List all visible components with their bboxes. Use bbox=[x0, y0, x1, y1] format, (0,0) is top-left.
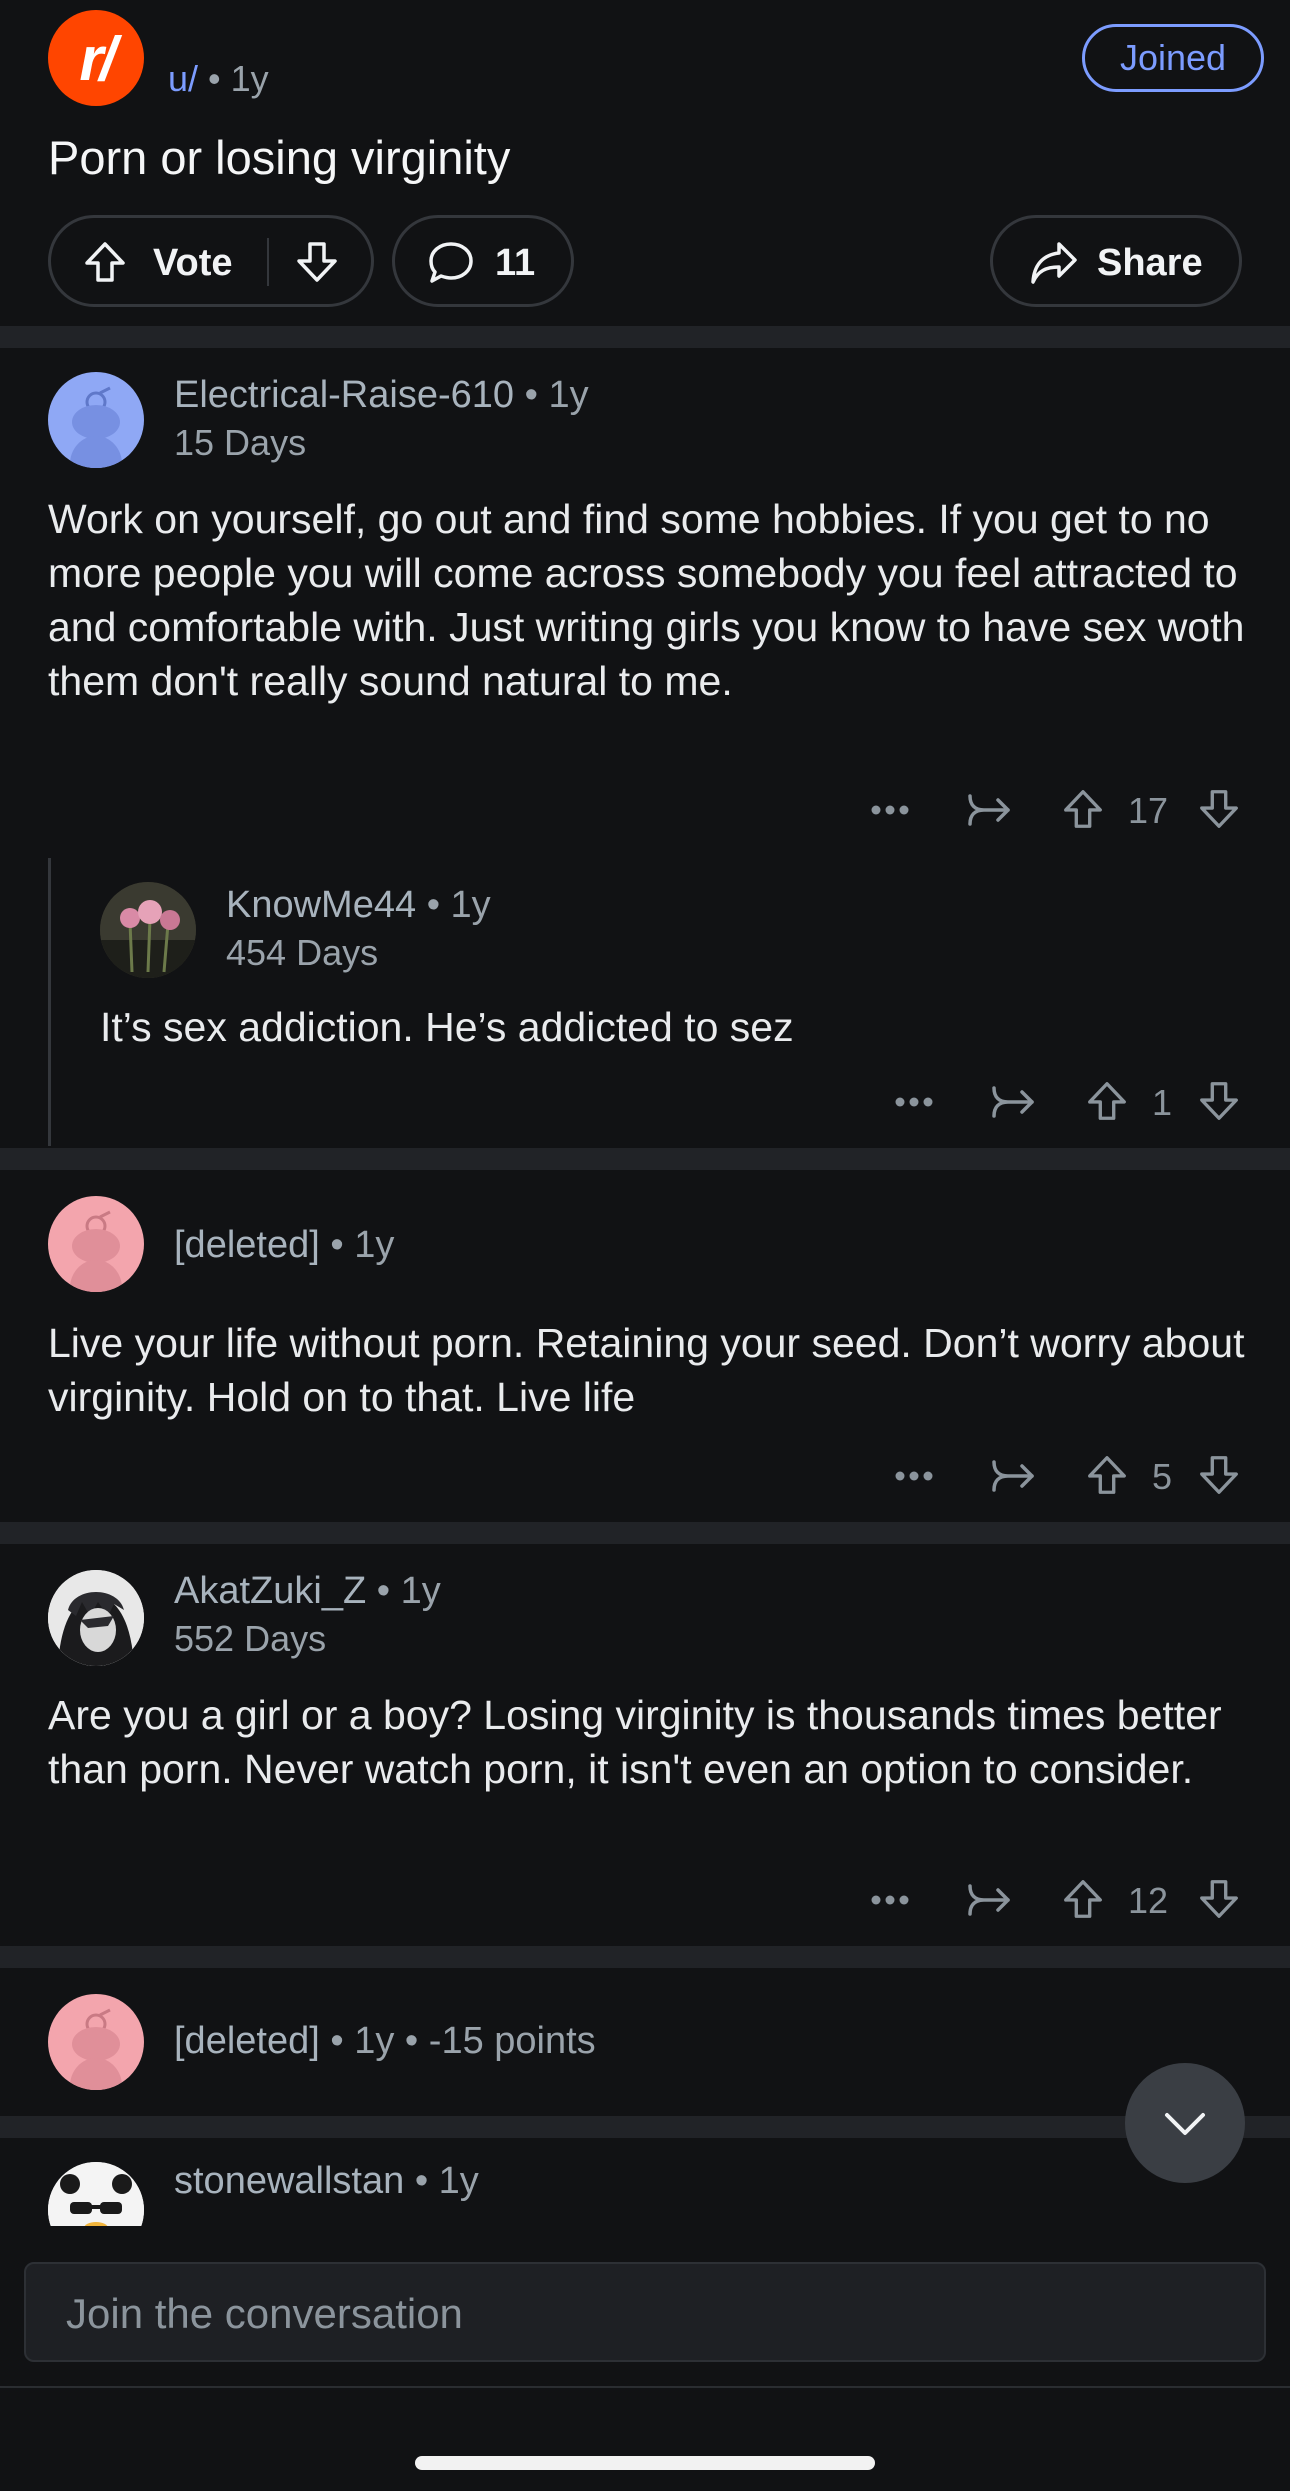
upvote-icon[interactable] bbox=[1060, 786, 1106, 832]
comment-author[interactable]: KnowMe44 • 1y bbox=[226, 884, 491, 927]
username[interactable]: Electrical-Raise-610 bbox=[174, 374, 514, 416]
downvote-icon[interactable] bbox=[293, 238, 341, 286]
reply-icon[interactable] bbox=[964, 1878, 1012, 1922]
post-author-link[interactable]: u/ bbox=[168, 58, 198, 99]
comment-count: 11 bbox=[495, 242, 536, 284]
section-divider bbox=[0, 1148, 1290, 1170]
comment-age: • 1y bbox=[330, 1224, 395, 1266]
composer-bar: Join the conversation bbox=[0, 2226, 1290, 2386]
post-meta: u/ • 1y bbox=[168, 58, 269, 100]
avatar[interactable] bbox=[48, 1570, 144, 1666]
avatar[interactable] bbox=[48, 2162, 144, 2226]
avatar[interactable] bbox=[48, 1994, 144, 2090]
comment-input-placeholder: Join the conversation bbox=[66, 2290, 463, 2337]
username[interactable]: [deleted] bbox=[174, 1224, 320, 1266]
comment-body: Are you a girl or a boy? Losing virginit… bbox=[48, 1692, 1222, 1792]
upvote-icon[interactable] bbox=[1084, 1078, 1130, 1124]
comment-bubble-icon bbox=[429, 242, 473, 283]
vote-count: 12 bbox=[1128, 1880, 1169, 1921]
comment: [deleted] • 1y Live your life without po… bbox=[0, 1170, 1290, 1522]
vote-count: 5 bbox=[1152, 1456, 1173, 1497]
share-label: Share bbox=[1097, 242, 1203, 284]
avatar[interactable] bbox=[100, 882, 196, 978]
snoo-avatar-icon bbox=[70, 2008, 122, 2090]
comment-author[interactable]: stonewallstan • 1y bbox=[174, 2160, 479, 2203]
downvote-icon[interactable] bbox=[1196, 1452, 1242, 1498]
downvote-icon[interactable] bbox=[1196, 1078, 1242, 1124]
reply-icon[interactable] bbox=[988, 1454, 1036, 1498]
comment-points: • -15 points bbox=[404, 2020, 596, 2062]
vote-divider bbox=[267, 238, 269, 286]
home-indicator[interactable] bbox=[415, 2456, 875, 2470]
snoo-avatar-icon bbox=[70, 386, 122, 468]
avatar[interactable] bbox=[48, 1196, 144, 1292]
comment-age: • 1y bbox=[330, 2020, 395, 2062]
section-divider bbox=[0, 1522, 1290, 1544]
username[interactable]: stonewallstan bbox=[174, 2160, 404, 2202]
comments-button[interactable]: 11 bbox=[392, 215, 574, 307]
username[interactable]: KnowMe44 bbox=[226, 884, 416, 926]
more-options-icon[interactable] bbox=[894, 1470, 934, 1482]
panda-avatar-icon bbox=[48, 2162, 144, 2226]
comment-author[interactable]: AkatZuki_Z • 1y bbox=[174, 1570, 441, 1613]
share-icon bbox=[1031, 242, 1077, 284]
section-divider bbox=[0, 2116, 1290, 2138]
downvote-icon[interactable] bbox=[1196, 786, 1242, 832]
comment-author[interactable]: Electrical-Raise-610 • 1y bbox=[174, 374, 589, 417]
chevron-down-icon bbox=[1165, 2113, 1205, 2135]
comment: AkatZuki_Z • 1y 552 Days Are you a girl … bbox=[0, 1544, 1290, 1946]
thread-line[interactable] bbox=[48, 858, 51, 1146]
section-divider bbox=[0, 326, 1290, 348]
comment-author[interactable]: [deleted] • 1y bbox=[174, 1224, 394, 1267]
reply-icon[interactable] bbox=[988, 1080, 1036, 1124]
vote-count: 17 bbox=[1128, 790, 1169, 831]
vote-control: Vote bbox=[48, 215, 374, 307]
upvote-icon[interactable] bbox=[81, 238, 129, 286]
subreddit-logo[interactable]: r/ bbox=[48, 10, 144, 106]
post-title: Porn or losing virginity bbox=[48, 131, 511, 184]
comment-body: Live your life without porn. Retaining y… bbox=[48, 1320, 1245, 1420]
section-divider bbox=[0, 1946, 1290, 1968]
post-header: r/ u/ • 1y Joined Porn or losing virgini… bbox=[0, 0, 1290, 326]
post-age: • 1y bbox=[208, 58, 269, 99]
comment-age: • 1y bbox=[414, 2160, 479, 2202]
comment-age: • 1y bbox=[426, 884, 491, 926]
comment-age: • 1y bbox=[376, 1570, 441, 1612]
comment: Electrical-Raise-610 • 1y 15 Days Work o… bbox=[0, 348, 1290, 1146]
more-options-icon[interactable] bbox=[870, 804, 910, 816]
user-flair: 15 Days bbox=[174, 422, 307, 463]
comment-actions: 1 bbox=[884, 1072, 1250, 1132]
vote-count: 1 bbox=[1152, 1082, 1173, 1123]
reply-icon[interactable] bbox=[964, 788, 1012, 832]
subreddit-logo-text: r/ bbox=[79, 25, 116, 94]
upvote-icon[interactable] bbox=[1060, 1876, 1106, 1922]
bottom-bar bbox=[0, 2386, 1290, 2491]
comment-actions: 12 bbox=[860, 1870, 1250, 1930]
vote-label: Vote bbox=[153, 242, 233, 284]
user-flair: 552 Days bbox=[174, 1618, 327, 1659]
more-options-icon[interactable] bbox=[894, 1096, 934, 1108]
comment[interactable]: [deleted] • 1y • -15 points bbox=[0, 1968, 1290, 2116]
share-button[interactable]: Share bbox=[990, 215, 1242, 307]
flowers-avatar-icon bbox=[100, 882, 196, 978]
comment-body: It’s sex addiction. He’s addicted to sez bbox=[100, 1004, 794, 1050]
scroll-down-button[interactable] bbox=[1125, 2063, 1245, 2183]
comment-actions: 5 bbox=[884, 1446, 1250, 1506]
snoo-avatar-icon bbox=[70, 1210, 122, 1292]
comment-age: • 1y bbox=[524, 374, 589, 416]
user-flair: 454 Days bbox=[226, 932, 379, 973]
username[interactable]: [deleted] bbox=[174, 2020, 320, 2062]
comment: stonewallstan • 1y bbox=[0, 2138, 1290, 2226]
more-options-icon[interactable] bbox=[870, 1894, 910, 1906]
upvote-icon[interactable] bbox=[1084, 1452, 1130, 1498]
comment-body: Work on yourself, go out and find some h… bbox=[48, 496, 1245, 704]
avatar[interactable] bbox=[48, 372, 144, 468]
comment-input[interactable]: Join the conversation bbox=[24, 2262, 1266, 2362]
downvote-icon[interactable] bbox=[1196, 1876, 1242, 1922]
anime-avatar-icon bbox=[48, 1570, 144, 1666]
comment-actions: 17 bbox=[860, 780, 1250, 840]
joined-button[interactable]: Joined bbox=[1082, 24, 1264, 92]
username[interactable]: AkatZuki_Z bbox=[174, 1570, 366, 1612]
comment-author[interactable]: [deleted] • 1y • -15 points bbox=[174, 2020, 596, 2063]
